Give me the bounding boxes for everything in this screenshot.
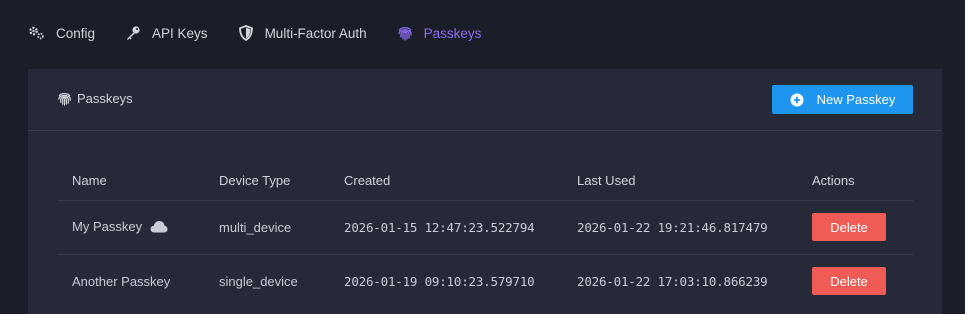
device-type-cell: multi_device (204, 200, 329, 255)
passkey-name-cell: My Passkey (57, 200, 204, 255)
tab-api-keys[interactable]: API Keys (124, 25, 208, 41)
created-cell: 2026-01-19 09:10:23.579710 (344, 273, 535, 289)
passkey-name: Another Passkey (72, 273, 171, 289)
key-icon (124, 25, 142, 41)
table-row: My Passkey multi_device 2026-01-15 12:47… (57, 200, 913, 255)
shield-icon (237, 25, 255, 41)
tab-passkeys[interactable]: Passkeys (396, 25, 482, 41)
last-used-cell: 2026-01-22 19:21:46.817479 (562, 200, 797, 255)
created-cell: 2026-01-15 12:47:23.522794 (329, 200, 562, 255)
passkeys-card: Passkeys New Passkey Name Device Type Cr… (28, 69, 942, 314)
table-header-row: Name Device Type Created Last Used Actio… (57, 162, 913, 201)
tab-label: API Keys (152, 25, 208, 41)
last-used-cell: 2026-01-22 17:03:10.866239 (577, 273, 768, 289)
settings-tabs: Config API Keys Multi-Factor Auth Passke… (28, 22, 510, 44)
tab-label: Multi-Factor Auth (264, 25, 367, 41)
card-header: Passkeys New Passkey (28, 69, 942, 131)
delete-button[interactable]: Delete (812, 267, 886, 296)
actions-cell: Delete (797, 200, 913, 255)
actions-cell: Delete (797, 254, 913, 308)
fingerprint-icon (57, 91, 72, 106)
card-title: Passkeys (57, 91, 133, 106)
tab-label: Config (56, 25, 96, 41)
cloud-icon (150, 220, 168, 236)
column-header-last-used: Last Used (562, 162, 797, 201)
passkey-name: My Passkey (72, 218, 143, 234)
card-title-text: Passkeys (77, 91, 133, 106)
tab-multi-factor-auth[interactable]: Multi-Factor Auth (237, 25, 367, 41)
delete-button[interactable]: Delete (812, 213, 886, 241)
table-row: Another Passkey single_device 2026-01-19… (57, 254, 913, 308)
fingerprint-icon (396, 25, 414, 41)
column-header-device-type: Device Type (204, 162, 329, 201)
plus-circle-icon (790, 93, 804, 107)
new-passkey-button[interactable]: New Passkey (772, 85, 913, 114)
passkey-name-cell: Another Passkey (57, 254, 204, 308)
tab-config[interactable]: Config (28, 25, 95, 41)
passkeys-table: Name Device Type Created Last Used Actio… (57, 162, 913, 308)
device-type-cell: single_device (219, 273, 298, 289)
new-passkey-label: New Passkey (816, 92, 896, 107)
tab-label: Passkeys (423, 25, 482, 41)
gears-icon (28, 25, 46, 41)
column-header-name: Name (57, 162, 204, 201)
column-header-actions: Actions (797, 162, 913, 201)
column-header-created: Created (329, 162, 562, 201)
